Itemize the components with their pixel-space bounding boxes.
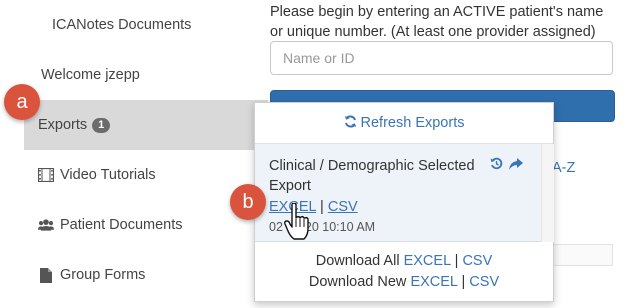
- sidebar-item-video-tutorials[interactable]: Video Tutorials: [0, 150, 268, 200]
- a-z-link[interactable]: A-Z: [552, 160, 575, 176]
- download-all-csv-link[interactable]: CSV: [462, 253, 492, 269]
- download-new-label: Download New: [308, 274, 407, 290]
- export-timestamp-tail: 20 10:10 AM: [304, 220, 376, 234]
- bulk-downloads: Download All EXCEL | CSV Download New EX…: [255, 251, 553, 293]
- sidebar: ICANotes Documents Welcome jzepp Exports…: [0, 0, 268, 308]
- patient-search-instructions: Please begin by entering an ACTIVE patie…: [270, 4, 604, 40]
- sidebar-item-label: Video Tutorials: [60, 167, 156, 183]
- share-icon[interactable]: [509, 157, 523, 173]
- export-title: Clinical / Demographic Selected Export: [269, 158, 475, 194]
- link-separator: |: [461, 274, 466, 290]
- sidebar-item-label: Welcome jzepp: [41, 67, 140, 83]
- refresh-icon: [344, 115, 357, 132]
- callout-b: b: [230, 184, 266, 220]
- file-icon: [38, 267, 54, 283]
- sidebar-item-patient-documents[interactable]: Patient Documents: [0, 200, 268, 250]
- sidebar-item-exports[interactable]: Exports 1: [24, 100, 268, 150]
- download-all-excel-link[interactable]: EXCEL: [404, 253, 451, 269]
- export-csv-link[interactable]: CSV: [328, 199, 358, 215]
- users-icon: [38, 217, 54, 233]
- refresh-exports-label: Refresh Exports: [360, 115, 465, 131]
- export-timestamp-head: 02: [269, 220, 283, 234]
- exports-count-badge: 1: [92, 117, 111, 133]
- sidebar-item-welcome[interactable]: Welcome jzepp: [0, 50, 268, 100]
- film-icon: [38, 167, 54, 183]
- sidebar-item-label: ICANotes Documents: [52, 17, 192, 33]
- download-all-label: Download All: [315, 253, 400, 269]
- exports-dropdown: Refresh Exports Clinical / Demographic S…: [254, 102, 554, 302]
- link-separator: |: [320, 199, 324, 215]
- download-new-excel-link[interactable]: EXCEL: [410, 274, 457, 290]
- link-separator: |: [454, 253, 459, 269]
- export-actions: [490, 157, 523, 173]
- download-new-csv-link[interactable]: CSV: [469, 274, 499, 290]
- sidebar-item-label: Patient Documents: [60, 217, 183, 233]
- sidebar-item-group-forms[interactable]: Group Forms: [0, 250, 268, 300]
- download-all-row: Download All EXCEL | CSV: [255, 251, 553, 272]
- export-list-scrollbar[interactable]: [541, 144, 554, 242]
- callout-a: a: [4, 84, 40, 120]
- history-icon[interactable]: [490, 157, 503, 173]
- download-new-row: Download New EXCEL | CSV: [255, 272, 553, 293]
- sidebar-item-label: Exports: [38, 117, 88, 133]
- patient-search-input[interactable]: [270, 41, 613, 75]
- refresh-exports-button[interactable]: Refresh Exports: [255, 103, 553, 144]
- sidebar-item-label: Group Forms: [60, 267, 146, 283]
- hand-cursor-icon: [284, 203, 309, 240]
- sidebar-item-icanotes-documents[interactable]: ICANotes Documents: [0, 0, 268, 50]
